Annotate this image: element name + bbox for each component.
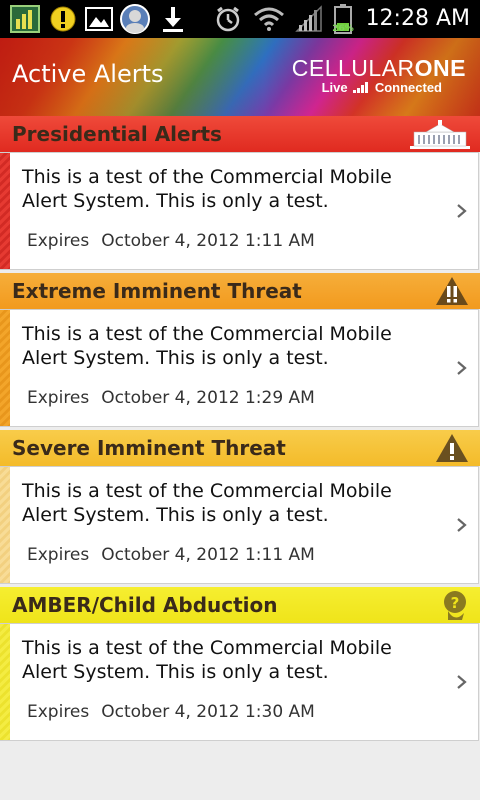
expires-label: Expires: [27, 231, 90, 251]
alert-message: This is a test of the Commercial Mobile …: [22, 480, 392, 526]
double-exclamation-warning-icon: [408, 275, 470, 307]
alert-message: This is a test of the Commercial Mobile …: [22, 637, 392, 683]
wifi-icon: [252, 4, 286, 34]
logo-main-a: CELLULAR: [291, 55, 415, 81]
alert-expiry: Expires October 4, 2012 1:11 AM: [27, 545, 315, 565]
app-header: Active Alerts CELLULARONE Live Connected: [0, 38, 480, 116]
chevron-right-icon: [457, 361, 467, 375]
logo-sub-a: Live: [321, 80, 348, 95]
logo-sub-b: Connected: [374, 80, 442, 95]
app-monitor-icon: [8, 4, 42, 34]
severity-strip: [0, 624, 10, 740]
status-bar: 26% 12:28 AM: [0, 0, 480, 38]
battery-percent: 26%: [332, 24, 354, 34]
chevron-right-icon: [457, 204, 467, 218]
section-header-amber: AMBER/Child Abduction ?: [0, 587, 480, 623]
alert-card-extreme[interactable]: This is a test of the Commercial Mobile …: [0, 309, 479, 427]
white-house-icon: [408, 118, 470, 150]
alert-expiry: Expires October 4, 2012 1:11 AM: [27, 231, 315, 251]
alert-message: This is a test of the Commercial Mobile …: [22, 323, 392, 369]
avatar-notification-icon: [118, 4, 152, 34]
logo-main-b: ONE: [414, 55, 466, 81]
expires-label: Expires: [27, 702, 90, 722]
severity-strip: [0, 153, 10, 269]
expires-label: Expires: [27, 388, 90, 408]
expires-label: Expires: [27, 545, 90, 565]
section-title: Extreme Imminent Threat: [12, 279, 302, 303]
section-title: AMBER/Child Abduction: [12, 593, 278, 617]
alert-card-severe[interactable]: This is a test of the Commercial Mobile …: [0, 466, 479, 584]
signal-bars-icon: [353, 82, 369, 93]
expires-value: October 4, 2012 1:11 AM: [101, 545, 315, 565]
warning-notification-icon: [48, 4, 78, 34]
section-title: Severe Imminent Threat: [12, 436, 286, 460]
signal-icon: [294, 4, 324, 34]
page-title: Active Alerts: [12, 60, 164, 88]
alert-card-presidential[interactable]: This is a test of the Commercial Mobile …: [0, 152, 479, 270]
alert-expiry: Expires October 4, 2012 1:29 AM: [27, 388, 315, 408]
clock: 12:28 AM: [365, 6, 470, 31]
chevron-right-icon: [457, 675, 467, 689]
carrier-logo: CELLULARONE Live Connected: [292, 56, 466, 96]
svg-text:?: ?: [451, 594, 460, 612]
download-icon: [158, 4, 188, 34]
severity-strip: [0, 310, 10, 426]
severity-strip: [0, 467, 10, 583]
section-title: Presidential Alerts: [12, 122, 222, 146]
child-question-icon: ?: [408, 589, 470, 621]
section-header-extreme: Extreme Imminent Threat: [0, 273, 480, 309]
expires-value: October 4, 2012 1:30 AM: [101, 702, 315, 722]
alert-message: This is a test of the Commercial Mobile …: [22, 166, 392, 212]
section-header-presidential: Presidential Alerts: [0, 116, 480, 152]
gallery-icon: [84, 4, 114, 34]
chevron-right-icon: [457, 518, 467, 532]
expires-value: October 4, 2012 1:29 AM: [101, 388, 315, 408]
alert-expiry: Expires October 4, 2012 1:30 AM: [27, 702, 315, 722]
section-header-severe: Severe Imminent Threat: [0, 430, 480, 466]
alert-card-amber[interactable]: This is a test of the Commercial Mobile …: [0, 623, 479, 741]
expires-value: October 4, 2012 1:11 AM: [101, 231, 315, 251]
alarm-icon: [213, 4, 243, 34]
exclamation-warning-icon: [408, 432, 470, 464]
